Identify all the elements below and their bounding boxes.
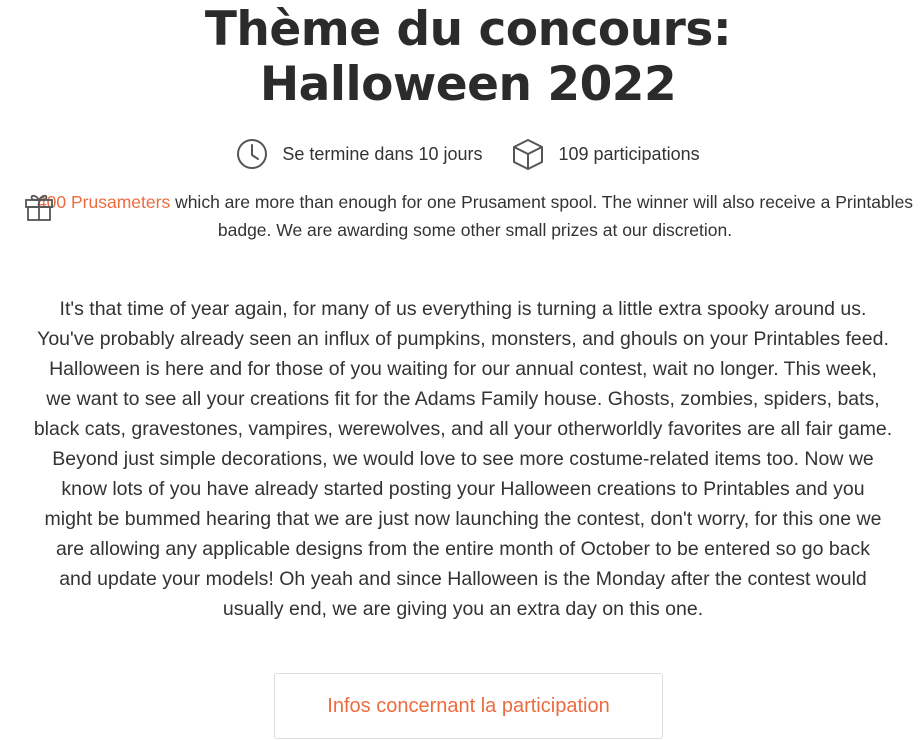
description-line: we want to see all your creations fit fo… — [46, 388, 880, 410]
box-icon — [511, 137, 545, 171]
end-date-stat: Se termine dans 10 jours — [236, 138, 483, 170]
page-title: Thème du concours: Halloween 2022 — [0, 2, 920, 112]
description-line: Halloween is here and for those of you w… — [49, 358, 877, 380]
clock-icon — [236, 138, 268, 170]
description-line: black cats, gravestones, vampires, werew… — [33, 418, 893, 440]
prize-description: which are more than enough for one Prusa… — [170, 192, 914, 240]
prusameters-link[interactable]: 400 Prusameters — [37, 192, 170, 212]
participation-info-button[interactable]: Infos concernant la participation — [274, 673, 663, 739]
contest-description: It's that time of year again, for many o… — [6, 294, 920, 624]
description-line: usually end, we are giving you an extra … — [222, 598, 704, 620]
description-line: might be bummed hearing that we are just… — [44, 508, 882, 530]
participations-stat: 109 participations — [511, 137, 700, 171]
description-line: know lots of you have already started po… — [61, 478, 865, 500]
gift-icon — [23, 190, 55, 230]
end-date-text: Se termine dans 10 jours — [282, 143, 483, 164]
contest-stats: Se termine dans 10 jours 109 participati… — [0, 137, 920, 171]
description-line: are allowing any applicable designs from… — [55, 538, 871, 560]
contest-page: Thème du concours: Halloween 2022 Se ter… — [0, 0, 920, 740]
prize-text: 400 Prusameters which are more than enou… — [20, 188, 920, 244]
prize-info: 400 Prusameters which are more than enou… — [20, 188, 920, 244]
description-line: Beyond just simple decorations, we would… — [52, 448, 874, 470]
description-line: It's that time of year again, for many o… — [59, 298, 867, 320]
title-line-1: Thème du concours: — [204, 2, 732, 57]
description-line: and update your models! Oh yeah and sinc… — [59, 568, 867, 590]
title-line-2: Halloween 2022 — [259, 57, 677, 112]
participations-text: 109 participations — [558, 143, 700, 164]
description-line: You've probably already seen an influx o… — [37, 328, 889, 350]
